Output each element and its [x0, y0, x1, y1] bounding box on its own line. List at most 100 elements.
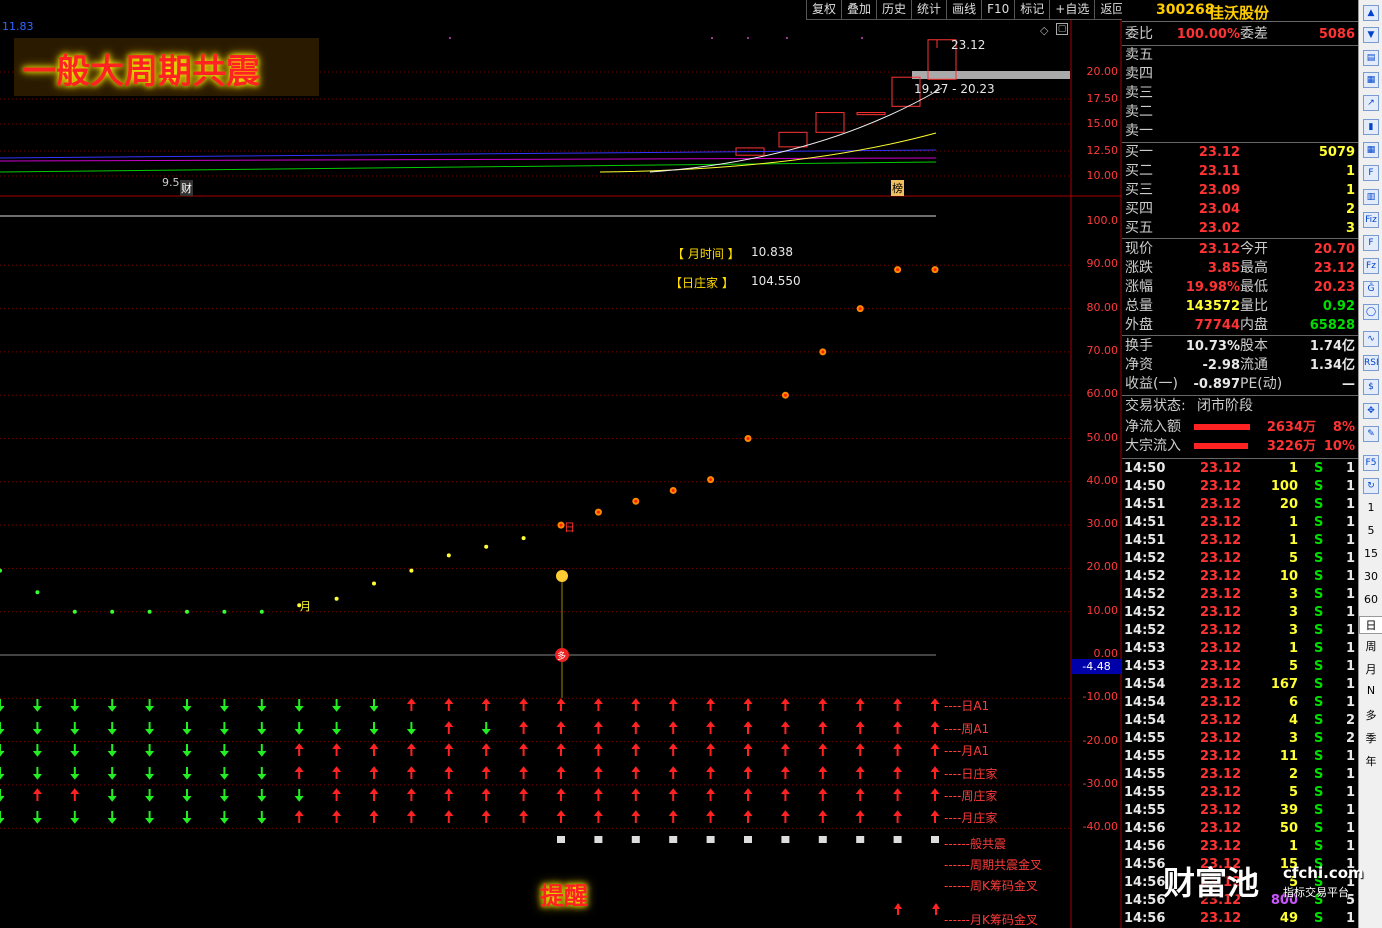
period-tab-1[interactable]: 周	[1359, 638, 1382, 654]
status-row: 交易状态: 闭市阶段	[1122, 397, 1358, 416]
candle-icon[interactable]: ▮	[1363, 119, 1379, 135]
down-arrow-icon	[369, 699, 379, 712]
up-arrow-icon	[855, 743, 865, 756]
move-icon[interactable]: ✥	[1363, 403, 1379, 419]
up-arrow-icon	[706, 810, 715, 823]
period-60-min[interactable]: 60	[1359, 593, 1382, 606]
tick-count: 1	[1345, 911, 1355, 926]
period-15-min[interactable]: 15	[1359, 547, 1382, 560]
stat-value2: 0.92	[1322, 299, 1355, 314]
up-arrow-icon[interactable]: ▲	[1363, 5, 1379, 21]
lower-axis-tick: -20.00	[1082, 733, 1118, 747]
period-tab-0[interactable]: 日	[1359, 616, 1382, 634]
indicator-dot	[147, 609, 152, 614]
tick-price: 23.12	[1200, 911, 1242, 926]
zoom-icon[interactable]: Fiz	[1363, 212, 1379, 228]
pencil-icon[interactable]: ✎	[1363, 426, 1379, 442]
up-arrow-icon	[818, 810, 828, 823]
toolbar-btn-7[interactable]: +自选	[1049, 0, 1095, 19]
rsi-icon[interactable]: RSI	[1363, 355, 1379, 371]
up-arrow-icon	[407, 698, 416, 711]
period-1-min[interactable]: 1	[1359, 501, 1382, 514]
up-arrow-icon	[519, 721, 528, 734]
report-icon[interactable]: ▤	[1363, 50, 1379, 66]
tick-time: 14:55	[1124, 785, 1166, 800]
indicator-dot-core	[596, 510, 600, 514]
up-arrow-icon	[294, 810, 304, 823]
bars-icon[interactable]: ▥	[1363, 189, 1379, 205]
tick-row: 14:54 23.12 167 S 1	[1122, 676, 1358, 694]
bottom-signal-label: ------周K筹码金叉	[944, 879, 1038, 893]
period-tab-4[interactable]: 多	[1359, 707, 1382, 723]
sell-row: 卖一	[1122, 122, 1358, 141]
finance-tag[interactable]: 财	[180, 180, 193, 196]
tick-row: 14:55 23.12 3 S 2	[1122, 730, 1358, 748]
table-icon[interactable]: ▦	[1363, 72, 1379, 88]
bottom-signal-label: ------周期共震金叉	[944, 858, 1042, 872]
grid-icon[interactable]: ▦	[1363, 142, 1379, 158]
tick-side: S	[1314, 677, 1324, 692]
period-5-min[interactable]: 5	[1359, 524, 1382, 537]
up-arrow-icon	[893, 810, 902, 823]
money-bag-icon	[556, 570, 568, 582]
up-arrow-icon	[930, 743, 940, 756]
down-arrow-icon	[145, 699, 154, 712]
buy-volume: 1	[1345, 164, 1355, 179]
money-icon[interactable]: $	[1363, 379, 1379, 395]
tick-volume: 167	[1270, 677, 1298, 692]
tick-side: S	[1314, 803, 1324, 818]
tick-row: 14:55 23.12 11 S 1	[1122, 748, 1358, 766]
stat-label2: 量比	[1240, 298, 1268, 314]
period-30-min[interactable]: 30	[1359, 570, 1382, 583]
f10-icon[interactable]: F	[1363, 165, 1379, 181]
up-arrow-icon	[332, 810, 341, 823]
down-arrow-icon	[107, 811, 117, 824]
tick-price: 23.12	[1200, 677, 1242, 692]
weicha-value: 5086	[1318, 27, 1355, 42]
circle-icon[interactable]: ◯	[1363, 304, 1379, 320]
stat-label2: 今开	[1240, 241, 1268, 257]
diamond-icon[interactable]: ◇	[1040, 24, 1048, 37]
period-tab-2[interactable]: 月	[1359, 661, 1382, 677]
tick-volume: 5	[1288, 659, 1298, 674]
stat-row: 净资 -2.98 流通 1.34亿	[1122, 356, 1358, 375]
up-arrow-icon	[519, 766, 528, 779]
indicator-dot	[446, 553, 451, 558]
up-arrow-icon	[930, 810, 940, 823]
tick-count: 1	[1345, 749, 1355, 764]
period-tab-6[interactable]: 年	[1359, 753, 1382, 769]
toolbar-btn-4[interactable]: 画线	[946, 0, 982, 19]
indicator-dot	[372, 581, 376, 586]
up-arrow-icon	[781, 810, 790, 823]
stat-value: 19.98%	[1185, 280, 1240, 295]
cash-icon[interactable]: Ĝ	[1363, 281, 1379, 297]
tick-row: 14:50 23.12 100 S 1	[1122, 478, 1358, 496]
ranking-tag[interactable]: 榜	[891, 180, 904, 196]
toolbar-btn-0[interactable]: 复权	[806, 0, 842, 19]
toolbar-btn-6[interactable]: 标记	[1014, 0, 1050, 19]
period-tab-3[interactable]: N	[1359, 684, 1382, 697]
toolbar-btn-3[interactable]: 统计	[911, 0, 947, 19]
status-label: 交易状态:	[1125, 398, 1186, 414]
tick-side: S	[1314, 911, 1324, 926]
toolbar-btn-1[interactable]: 叠加	[841, 0, 877, 19]
wave-icon[interactable]: ∿	[1363, 331, 1379, 347]
chart-icon[interactable]: ↗	[1363, 95, 1379, 111]
fiz-icon[interactable]: Fz	[1363, 258, 1379, 274]
window-toggle-icon[interactable]: ▢	[1056, 23, 1068, 35]
toolbar-btn-2[interactable]: 历史	[876, 0, 912, 19]
period-tab-5[interactable]: 季	[1359, 730, 1382, 746]
down-arrow-icon	[257, 789, 267, 802]
down-arrow-icon	[182, 789, 192, 802]
down-arrow-icon	[145, 789, 154, 802]
stat-value2: 65828	[1309, 318, 1355, 333]
toolbar-btn-5[interactable]: F10	[981, 0, 1015, 19]
f5-icon[interactable]: F5	[1363, 455, 1379, 471]
down-arrow-icon	[33, 767, 42, 780]
up-arrow-icon	[930, 698, 940, 711]
f10-2-icon[interactable]: F	[1363, 235, 1379, 251]
stat-label: 收益(一)	[1125, 376, 1178, 392]
down-arrow-icon[interactable]: ▼	[1363, 27, 1379, 43]
indicator-dot-core	[933, 268, 937, 272]
refresh-icon[interactable]: ↻	[1363, 478, 1379, 494]
